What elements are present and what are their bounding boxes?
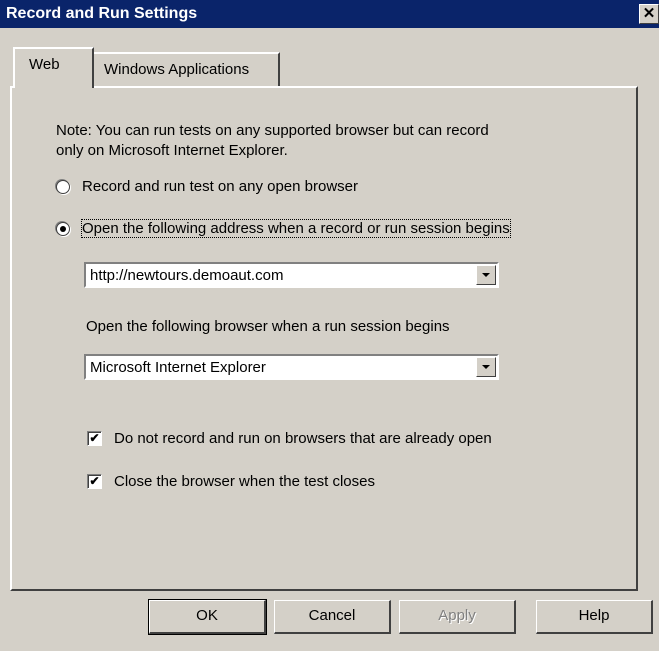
cancel-button[interactable]: Cancel <box>274 600 391 634</box>
tab-windows-applications[interactable]: Windows Applications <box>92 52 280 86</box>
checkbox-no-open-browsers-label[interactable]: Do not record and run on browsers that a… <box>114 430 492 447</box>
tab-web[interactable]: Web <box>13 47 94 88</box>
address-combo[interactable]: http://newtours.demoaut.com <box>84 262 499 288</box>
tab-windows-applications-label: Windows Applications <box>104 61 250 78</box>
radio-open-address-indicator[interactable] <box>56 221 70 236</box>
browser-dropdown-arrow-icon[interactable] <box>476 357 496 377</box>
browser-combo[interactable]: Microsoft Internet Explorer <box>84 354 499 380</box>
address-dropdown-arrow-icon[interactable] <box>476 265 496 285</box>
close-button[interactable]: ✕ <box>639 4 659 24</box>
radio-open-address[interactable]: Open the following address when a record… <box>56 219 511 238</box>
help-button[interactable]: Help <box>536 600 653 634</box>
close-icon: ✕ <box>642 5 656 22</box>
radio-open-address-label[interactable]: Open the following address when a record… <box>81 219 511 238</box>
tab-panel <box>10 86 638 591</box>
address-value[interactable]: http://newtours.demoaut.com <box>90 267 283 284</box>
note-line-1: Note: You can run tests on any supported… <box>56 122 489 139</box>
browser-value[interactable]: Microsoft Internet Explorer <box>90 359 266 376</box>
checkbox-close-browser[interactable]: ✔ Close the browser when the test closes <box>87 473 375 490</box>
window-title: Record and Run Settings <box>6 5 198 22</box>
radio-any-browser-label[interactable]: Record and run test on any open browser <box>82 178 358 195</box>
checkbox-no-open-browsers[interactable]: ✔ Do not record and run on browsers that… <box>87 430 492 447</box>
apply-button[interactable]: Apply <box>399 600 516 634</box>
checkbox-close-browser-box[interactable]: ✔ <box>87 474 102 489</box>
radio-any-browser[interactable]: Record and run test on any open browser <box>56 178 358 195</box>
checkbox-no-open-browsers-box[interactable]: ✔ <box>87 431 102 446</box>
note-text: Note: You can run tests on any supported… <box>56 121 576 161</box>
tab-web-label: Web <box>29 56 60 73</box>
browser-label: Open the following browser when a run se… <box>86 318 450 335</box>
ok-button[interactable]: OK <box>148 599 267 635</box>
checkbox-close-browser-label[interactable]: Close the browser when the test closes <box>114 473 375 490</box>
radio-any-browser-indicator[interactable] <box>56 179 70 194</box>
note-line-2: only on Microsoft Internet Explorer. <box>56 142 288 159</box>
title-bar: Record and Run Settings ✕ <box>0 0 659 28</box>
